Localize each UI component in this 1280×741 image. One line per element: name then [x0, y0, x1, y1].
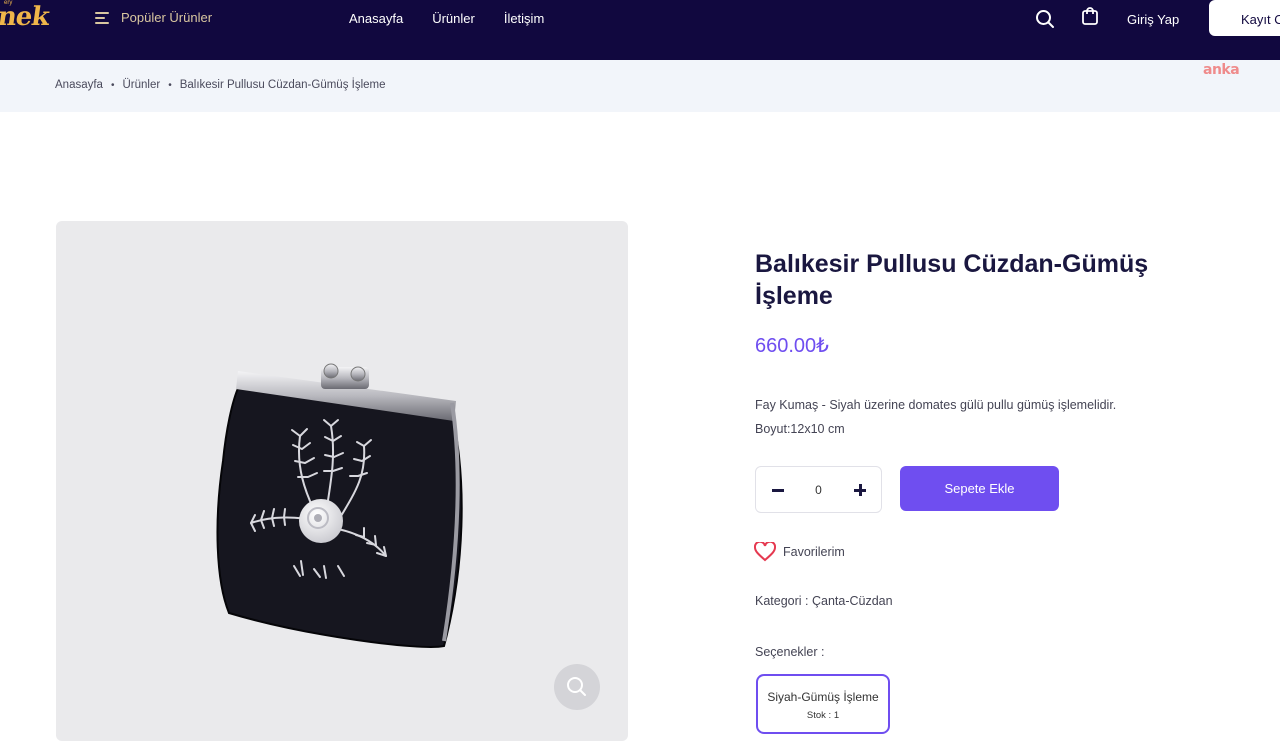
nav-contact[interactable]: İletişim: [504, 11, 544, 26]
breadcrumb-products[interactable]: Ürünler: [122, 79, 160, 91]
plus-icon[interactable]: [859, 484, 862, 496]
favorites-link[interactable]: Favorilerim: [754, 542, 845, 562]
quantity-stepper: 0: [755, 466, 882, 513]
site-logo[interactable]: nek: [0, 2, 51, 32]
description-size: Boyut:12x10 cm: [755, 422, 845, 436]
main-nav: Anasayfa Ürünler İletişim: [349, 11, 544, 26]
option-card-selected[interactable]: Siyah-Gümüş İşleme Stok : 1: [756, 674, 890, 734]
purse-illustration: [216, 363, 463, 648]
favorites-label: Favorilerim: [783, 545, 845, 559]
menu-icon: [95, 11, 109, 24]
breadcrumb-separator: •: [168, 79, 172, 91]
zoom-button[interactable]: [554, 664, 600, 710]
breadcrumb-home[interactable]: Anasayfa: [55, 79, 103, 91]
nav-home[interactable]: Anasayfa: [349, 11, 403, 26]
description-text: Fay Kumaş - Siyah üzerine domates gülü p…: [755, 398, 1117, 412]
product-description: Fay Kumaş - Siyah üzerine domates gülü p…: [755, 393, 1116, 441]
breadcrumb: Anasayfa • Ürünler • Balıkesir Pullusu C…: [55, 79, 386, 91]
option-stock: Stok : 1: [806, 710, 840, 721]
add-to-cart-button[interactable]: Sepete Ekle: [900, 466, 1059, 511]
breadcrumb-separator: •: [110, 79, 115, 91]
option-name: Siyah-Gümüş İşleme: [767, 690, 879, 704]
popular-products-menu[interactable]: Popüler Ürünler: [95, 10, 212, 25]
zoom-icon: [567, 677, 586, 696]
product-category: Kategori : Çanta-Cüzdan: [755, 594, 893, 608]
top-navbar: ery nek Popüler Ürünler Anasayfa Ürünler…: [0, 0, 1280, 60]
options-label: Seçenekler :: [755, 645, 825, 659]
shopping-bag-icon[interactable]: [1081, 6, 1099, 26]
search-icon[interactable]: [1035, 9, 1055, 29]
register-button[interactable]: Kayıt Ol: [1209, 0, 1280, 36]
product-title: Balıkesir Pullusu Cüzdan-Gümüş İşleme: [755, 250, 1149, 310]
nav-products[interactable]: Ürünler: [432, 11, 475, 26]
breadcrumb-current: Balıkesir Pullusu Cüzdan-Gümüş İşleme: [179, 79, 386, 91]
login-link[interactable]: Giriş Yap: [1127, 12, 1179, 27]
product-price: 660.00₺: [755, 335, 829, 357]
heart-icon: [754, 542, 776, 562]
brand-watermark: anka: [1203, 62, 1240, 78]
product-image[interactable]: [56, 221, 628, 741]
popular-products-label: Popüler Ürünler: [121, 10, 213, 25]
